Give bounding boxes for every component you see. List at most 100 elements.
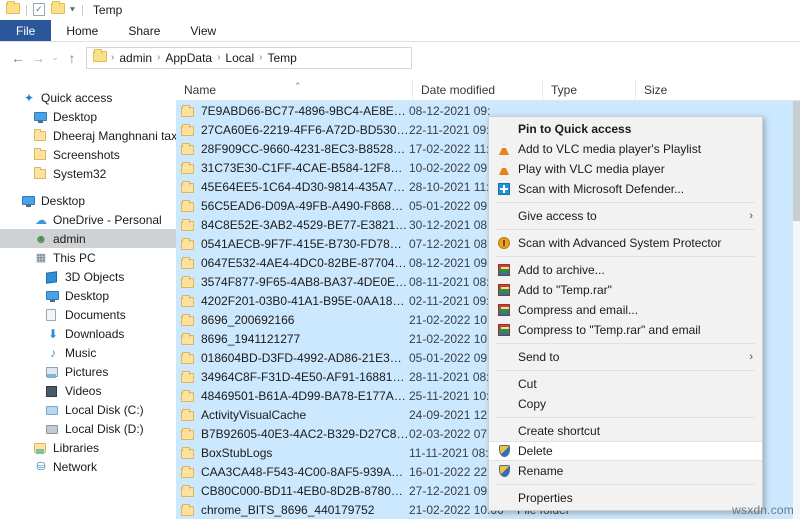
- navigation-pane[interactable]: ✦Quick accessDesktopDheeraj Manghnani ta…: [0, 88, 176, 519]
- menu-item-give-access-to[interactable]: Give access to›: [489, 206, 762, 226]
- menu-item-label: Delete: [518, 444, 762, 458]
- sidebar-item-desktop[interactable]: Desktop: [0, 191, 176, 210]
- properties-icon[interactable]: ✓: [33, 3, 47, 17]
- sidebar-item-admin[interactable]: ☻admin: [0, 229, 176, 248]
- sidebar-item-label: Desktop: [65, 289, 109, 303]
- window-title: Temp: [93, 3, 122, 17]
- menu-item-add-to-archive[interactable]: Add to archive...: [489, 260, 762, 280]
- folder-icon: [180, 180, 196, 193]
- menu-item-properties[interactable]: Properties: [489, 488, 762, 508]
- column-header-size[interactable]: Size: [635, 80, 715, 101]
- column-header-type[interactable]: Type: [542, 80, 635, 101]
- customize-caret-icon[interactable]: ⯆: [69, 5, 76, 16]
- menu-item-label: Compress and email...: [518, 303, 762, 317]
- column-header-name[interactable]: Name ⌃: [176, 80, 412, 101]
- scrollbar-thumb[interactable]: [793, 101, 800, 221]
- menu-item-compress-to-temp-rar-and-email[interactable]: Compress to "Temp.rar" and email: [489, 320, 762, 340]
- menu-item-label: Add to VLC media player's Playlist: [518, 142, 762, 156]
- menu-item-scan-with-advanced-system-protector[interactable]: Scan with Advanced System Protector: [489, 233, 762, 253]
- vertical-scrollbar[interactable]: [793, 101, 800, 519]
- sidebar-item-3d-objects[interactable]: 3D Objects: [0, 267, 176, 286]
- file-name-cell: BoxStubLogs: [201, 446, 409, 460]
- breadcrumb-temp[interactable]: Temp: [264, 51, 299, 65]
- file-name-cell: 0541AECB-9F7F-415E-B730-FD78F8AB81F6: [201, 237, 409, 251]
- menu-item-create-shortcut[interactable]: Create shortcut: [489, 421, 762, 441]
- file-name-cell: CB80C000-BD11-4EB0-8D2B-87802637B62B: [201, 484, 409, 498]
- menu-item-label: Rename: [518, 464, 762, 478]
- tab-file[interactable]: File: [0, 20, 51, 41]
- new-folder-icon[interactable]: [51, 3, 65, 17]
- menu-item-copy[interactable]: Copy: [489, 394, 762, 414]
- sidebar-item-music[interactable]: ♪Music: [0, 343, 176, 362]
- sidebar-item-desktop[interactable]: Desktop: [0, 286, 176, 305]
- folder-icon: [34, 148, 48, 162]
- folder-icon: [180, 408, 196, 421]
- tab-view[interactable]: View: [175, 20, 231, 41]
- breadcrumb-admin[interactable]: admin: [116, 51, 155, 65]
- menu-item-label: Cut: [518, 377, 762, 391]
- file-name-cell: 018604BD-D3FD-4992-AD86-21E3B481086D: [201, 351, 409, 365]
- folder-icon[interactable]: [6, 3, 20, 17]
- menu-item-add-to-temp-rar[interactable]: Add to "Temp.rar": [489, 280, 762, 300]
- user-icon: ☻: [34, 232, 48, 246]
- menu-item-play-with-vlc-media-player[interactable]: Play with VLC media player: [489, 159, 762, 179]
- menu-item-scan-with-microsoft-defender[interactable]: Scan with Microsoft Defender...: [489, 179, 762, 199]
- column-header-type-label: Type: [551, 83, 577, 97]
- sidebar-item-local-disk-d[interactable]: Local Disk (D:): [0, 419, 176, 438]
- menu-item-send-to[interactable]: Send to›: [489, 347, 762, 367]
- column-header-date-modified[interactable]: Date modified: [412, 80, 542, 101]
- ribbon-tabs: File Home Share View: [0, 20, 800, 42]
- sidebar-item-pictures[interactable]: Pictures: [0, 362, 176, 381]
- sidebar-item-documents[interactable]: Documents: [0, 305, 176, 324]
- forward-button[interactable]: →: [28, 48, 48, 68]
- menu-item-cut[interactable]: Cut: [489, 374, 762, 394]
- address-bar: ← → ⌄ ↑ › admin › AppData › Local › Temp: [0, 43, 800, 72]
- menu-item-rename[interactable]: Rename: [489, 461, 762, 481]
- menu-item-no-icon: [496, 397, 512, 411]
- sidebar-item-videos[interactable]: Videos: [0, 381, 176, 400]
- sidebar-item-dheeraj-manghnani-tax[interactable]: Dheeraj Manghnani tax: [0, 126, 176, 145]
- menu-item-label: Add to "Temp.rar": [518, 283, 762, 297]
- tab-share[interactable]: Share: [113, 20, 175, 41]
- menu-item-no-icon: [496, 209, 512, 223]
- sidebar-item-local-disk-c[interactable]: Local Disk (C:): [0, 400, 176, 419]
- sidebar-item-system32[interactable]: System32: [0, 164, 176, 183]
- recent-locations-button[interactable]: ⌄: [48, 48, 62, 68]
- sidebar-item-label: Dheeraj Manghnani tax: [53, 129, 176, 143]
- breadcrumb-appdata[interactable]: AppData: [162, 51, 215, 65]
- sidebar-item-screenshots[interactable]: Screenshots: [0, 145, 176, 164]
- breadcrumb-separator-0: ›: [111, 52, 114, 63]
- winrar-icon: [496, 323, 512, 337]
- sidebar-item-downloads[interactable]: ⬇Downloads: [0, 324, 176, 343]
- network-icon: ⛁: [34, 460, 48, 474]
- file-name-cell: 8696_200692166: [201, 313, 409, 327]
- sidebar-item-onedrive-personal[interactable]: ☁OneDrive - Personal: [0, 210, 176, 229]
- folder-icon: [180, 104, 196, 117]
- sort-ascending-icon: ⌃: [294, 81, 302, 92]
- folder-icon: [180, 389, 196, 402]
- pictures-icon: [46, 365, 60, 379]
- title-bar: | ✓ ⯆ | Temp: [0, 0, 800, 20]
- qat-divider: |: [25, 4, 28, 16]
- sidebar-item-network[interactable]: ⛁Network: [0, 457, 176, 476]
- back-button[interactable]: ←: [8, 48, 28, 68]
- menu-item-no-icon: [496, 424, 512, 438]
- folder-icon: [180, 484, 196, 497]
- breadcrumb[interactable]: › admin › AppData › Local › Temp: [86, 47, 412, 69]
- breadcrumb-local[interactable]: Local: [222, 51, 257, 65]
- sidebar-item-quick-access[interactable]: ✦Quick access: [0, 88, 176, 107]
- menu-item-add-to-vlc-media-player-s-playlist[interactable]: Add to VLC media player's Playlist: [489, 139, 762, 159]
- sidebar-item-desktop[interactable]: Desktop: [0, 107, 176, 126]
- menu-item-label: Pin to Quick access: [518, 122, 762, 136]
- tab-home[interactable]: Home: [51, 20, 113, 41]
- up-button[interactable]: ↑: [62, 48, 82, 68]
- sidebar-item-libraries[interactable]: Libraries: [0, 438, 176, 457]
- menu-item-pin-to-quick-access[interactable]: Pin to Quick access: [489, 119, 762, 139]
- menu-item-compress-and-email[interactable]: Compress and email...: [489, 300, 762, 320]
- sidebar-item-this-pc[interactable]: ▦This PC: [0, 248, 176, 267]
- menu-separator: [496, 370, 755, 371]
- menu-item-delete[interactable]: Delete: [489, 441, 762, 461]
- file-explorer-window: | ✓ ⯆ | Temp File Home Share View ← → ⌄ …: [0, 0, 800, 519]
- monitor-icon: [34, 110, 48, 124]
- context-menu[interactable]: Pin to Quick access Add to VLC media play…: [488, 116, 763, 511]
